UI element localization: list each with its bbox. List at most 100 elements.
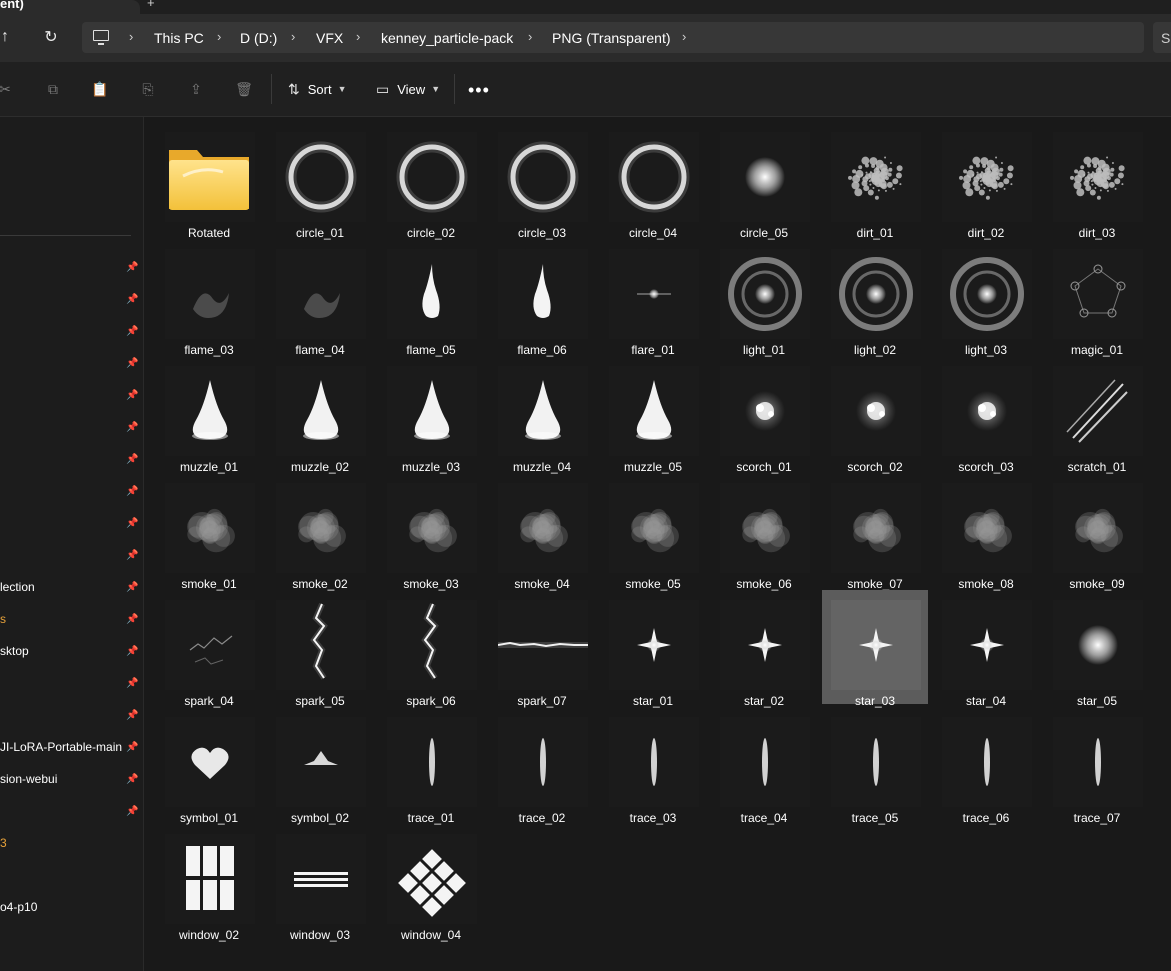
search-input[interactable]: S	[1153, 22, 1171, 53]
file-item[interactable]: star_03	[822, 590, 928, 708]
sidebar-item-collection[interactable]: lection	[0, 580, 35, 594]
file-item[interactable]: smoke_03	[378, 473, 484, 591]
view-button[interactable]: ▭ View ▼	[376, 78, 440, 100]
file-item[interactable]: magic_01	[1044, 239, 1150, 357]
file-item[interactable]: smoke_06	[711, 473, 817, 591]
file-item[interactable]: star_05	[1044, 590, 1150, 708]
file-item[interactable]: light_03	[933, 239, 1039, 357]
chevron-right-icon[interactable]: ›	[356, 29, 360, 44]
sidebar-item-folder-3[interactable]: 3	[0, 836, 7, 850]
new-tab-button[interactable]: +	[147, 0, 155, 10]
refresh-icon[interactable]: ↻	[40, 26, 62, 48]
file-item[interactable]: scorch_02	[822, 356, 928, 474]
pin-icon[interactable]: 📌	[126, 678, 138, 689]
cut-icon[interactable]: ✂	[0, 80, 14, 98]
file-item[interactable]: dirt_02	[933, 122, 1039, 240]
file-item[interactable]: trace_01	[378, 707, 484, 825]
delete-icon[interactable]: 🗑	[235, 80, 253, 98]
file-item[interactable]: flame_03	[156, 239, 262, 357]
pin-icon[interactable]: 📌	[126, 358, 138, 369]
file-item[interactable]: star_01	[600, 590, 706, 708]
pin-icon[interactable]: 📌	[126, 774, 138, 785]
pin-icon[interactable]: 📌	[126, 742, 138, 753]
pin-icon[interactable]: 📌	[126, 454, 138, 465]
file-item[interactable]: symbol_02	[267, 707, 373, 825]
share-icon[interactable]: ⇪	[187, 80, 205, 98]
pin-icon[interactable]: 📌	[126, 262, 138, 273]
file-item[interactable]: flame_05	[378, 239, 484, 357]
file-item[interactable]: symbol_01	[156, 707, 262, 825]
file-item[interactable]: dirt_03	[1044, 122, 1150, 240]
file-item[interactable]: muzzle_04	[489, 356, 595, 474]
sidebar-item-folder[interactable]: s	[0, 612, 6, 626]
paste-icon[interactable]: 📋	[91, 80, 109, 98]
pin-icon[interactable]: 📌	[126, 710, 138, 721]
address-bar[interactable]: › This PC › D (D:) › VFX › kenney_partic…	[82, 22, 1144, 53]
chevron-right-icon[interactable]: ›	[217, 29, 221, 44]
breadcrumb-this-pc[interactable]: This PC	[154, 30, 204, 46]
copy-icon[interactable]: ⧉	[44, 80, 62, 98]
file-item[interactable]: flame_06	[489, 239, 595, 357]
file-item[interactable]: trace_06	[933, 707, 1039, 825]
file-item[interactable]: scratch_01	[1044, 356, 1150, 474]
sidebar-item-desktop[interactable]: sktop	[0, 644, 29, 658]
file-item[interactable]: Rotated	[156, 122, 262, 240]
file-item[interactable]: circle_05	[711, 122, 817, 240]
breadcrumb-pack[interactable]: kenney_particle-pack	[381, 30, 513, 46]
file-item[interactable]: star_02	[711, 590, 817, 708]
file-item[interactable]: circle_02	[378, 122, 484, 240]
pin-icon[interactable]: 📌	[126, 646, 138, 657]
file-item[interactable]: smoke_04	[489, 473, 595, 591]
active-tab[interactable]: ent)	[0, 0, 140, 14]
sidebar-item-lora[interactable]: JI-LoRA-Portable-main	[0, 740, 122, 754]
file-item[interactable]: window_02	[156, 824, 262, 942]
file-item[interactable]: spark_07	[489, 590, 595, 708]
file-item[interactable]: circle_01	[267, 122, 373, 240]
chevron-right-icon[interactable]: ›	[682, 29, 686, 44]
chevron-right-icon[interactable]: ›	[291, 29, 295, 44]
file-item[interactable]: flare_01	[600, 239, 706, 357]
sidebar-item-p10[interactable]: o4-p10	[0, 900, 37, 914]
file-item[interactable]: trace_07	[1044, 707, 1150, 825]
pin-icon[interactable]: 📌	[126, 550, 138, 561]
pin-icon[interactable]: 📌	[126, 294, 138, 305]
file-item[interactable]: dirt_01	[822, 122, 928, 240]
pin-icon[interactable]: 📌	[126, 390, 138, 401]
pin-icon[interactable]: 📌	[126, 422, 138, 433]
file-item[interactable]: window_03	[267, 824, 373, 942]
file-item[interactable]: light_02	[822, 239, 928, 357]
pin-icon[interactable]: 📌	[126, 614, 138, 625]
file-item[interactable]: scorch_03	[933, 356, 1039, 474]
pin-icon[interactable]: 📌	[126, 486, 138, 497]
file-item[interactable]: muzzle_02	[267, 356, 373, 474]
breadcrumb-current[interactable]: PNG (Transparent)	[552, 30, 671, 46]
file-item[interactable]: spark_04	[156, 590, 262, 708]
file-item[interactable]: muzzle_01	[156, 356, 262, 474]
file-item[interactable]: smoke_01	[156, 473, 262, 591]
file-item[interactable]: scorch_01	[711, 356, 817, 474]
more-options-button[interactable]: •••	[468, 80, 490, 101]
pin-icon[interactable]: 📌	[126, 582, 138, 593]
pin-icon[interactable]: 📌	[126, 518, 138, 529]
file-item[interactable]: flame_04	[267, 239, 373, 357]
file-item[interactable]: smoke_08	[933, 473, 1039, 591]
file-item[interactable]: smoke_02	[267, 473, 373, 591]
sort-button[interactable]: ⇅ Sort ▼	[288, 78, 347, 100]
file-item[interactable]: light_01	[711, 239, 817, 357]
file-item[interactable]: smoke_09	[1044, 473, 1150, 591]
file-item[interactable]: smoke_07	[822, 473, 928, 591]
pin-icon[interactable]: 📌	[126, 806, 138, 817]
file-item[interactable]: trace_03	[600, 707, 706, 825]
breadcrumb-drive[interactable]: D (D:)	[240, 30, 277, 46]
pin-icon[interactable]: 📌	[126, 326, 138, 337]
file-item[interactable]: trace_02	[489, 707, 595, 825]
rename-icon[interactable]: ⎘	[139, 80, 157, 98]
file-item[interactable]: circle_03	[489, 122, 595, 240]
breadcrumb-vfx[interactable]: VFX	[316, 30, 343, 46]
chevron-right-icon[interactable]: ›	[129, 29, 133, 44]
file-item[interactable]: muzzle_03	[378, 356, 484, 474]
up-arrow-icon[interactable]: ↑	[0, 26, 16, 48]
chevron-right-icon[interactable]: ›	[528, 29, 532, 44]
file-item[interactable]: circle_04	[600, 122, 706, 240]
file-item[interactable]: muzzle_05	[600, 356, 706, 474]
